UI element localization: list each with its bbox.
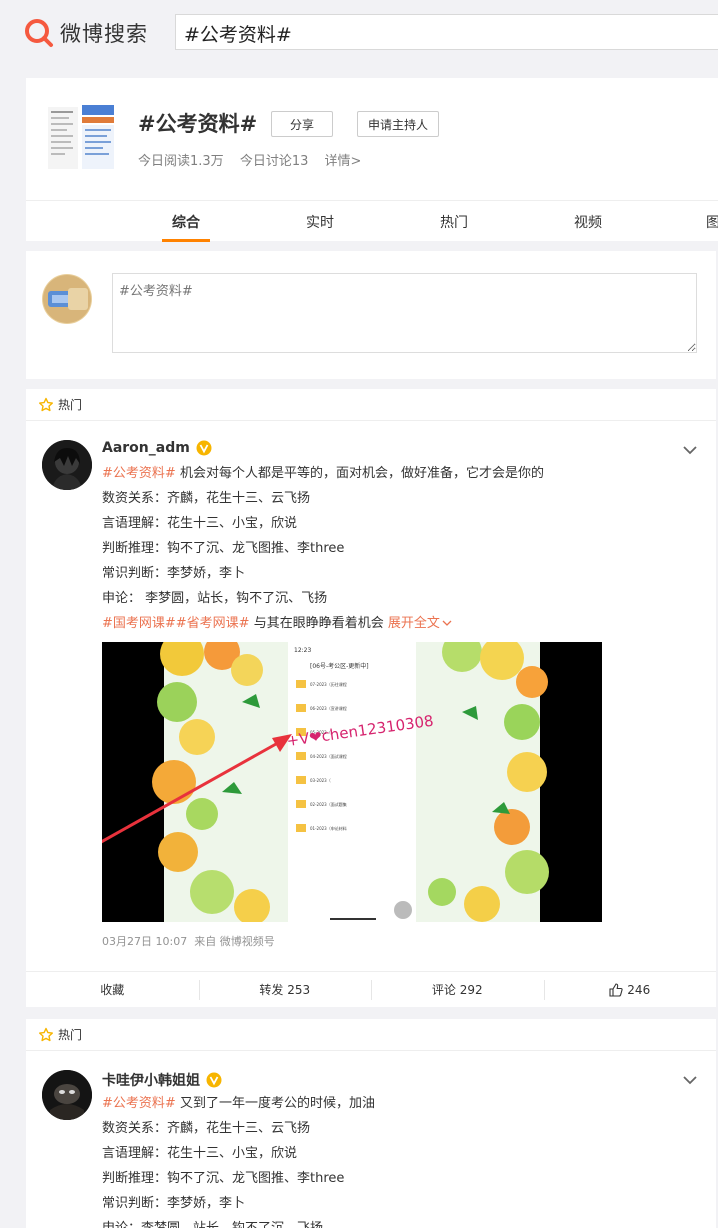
folder-name: 07-2023（历往课程: [310, 681, 347, 687]
author-avatar[interactable]: [42, 440, 92, 490]
composer: [26, 251, 716, 379]
folder-name: 02-2023（面试题集: [310, 801, 347, 807]
folder-name: 06-2023（宣讲课程: [310, 705, 347, 711]
post-line: 申论： 李梦圆，站长，钩不了沉、飞扬: [102, 591, 328, 606]
hashtag-link[interactable]: #公考资料#: [102, 1096, 176, 1111]
author-name[interactable]: Aaron_adm: [102, 440, 212, 456]
folder-icon: [296, 704, 306, 712]
post-line: 常识判断：李梦娇，李卜: [102, 566, 246, 581]
star-icon: [39, 397, 53, 411]
post-line: 申论：李梦圆，站长，钩不了沉、飞扬: [102, 1216, 702, 1228]
star-icon: [39, 1027, 53, 1041]
post-line-text: 又到了一年一度考公的时候，加油: [179, 1096, 375, 1111]
author-name[interactable]: 卡哇伊小韩姐姐: [102, 1070, 222, 1090]
folder-icon: [296, 680, 306, 688]
topic-stats: 今日阅读1.3万 今日讨论13 详情>: [138, 150, 373, 169]
user-avatar[interactable]: [42, 274, 92, 324]
topic-thumbnail: [46, 103, 116, 173]
post-line: 言语理解：花生十三、小宝，欣说: [102, 516, 298, 531]
hashtag-link[interactable]: #国考网课##省考网课#: [102, 616, 250, 631]
post-line-text: 与其在眼睁睁看着机会: [253, 616, 384, 631]
post-line: 数资关系：齐麟，花生十三、云飞扬: [102, 1121, 311, 1136]
post-line: 判断推理：钩不了沉、龙飞图推、李three: [102, 541, 345, 556]
post-meta: 03月27日 10:07 来自 微博视频号: [102, 933, 275, 949]
folder-icon: [296, 800, 306, 808]
detail-link[interactable]: 详情>: [325, 154, 362, 169]
author-avatar[interactable]: [42, 1070, 92, 1120]
expand-full-text-link[interactable]: 展开全文: [388, 616, 452, 631]
post-line: 判断推理：钩不了沉、龙飞图推、李three: [102, 1171, 345, 1186]
search-logo-icon: [25, 19, 53, 47]
section-label: 热门: [58, 398, 83, 412]
folder-icon: [296, 776, 306, 784]
topic-title: #公考资料#: [138, 112, 258, 136]
author-name-text: 卡哇伊小韩姐姐: [102, 1073, 200, 1089]
post-card: 热门 Aaron_adm #公考资料# 机会对每个人都是平等的，面对机会，做好准…: [26, 389, 716, 1007]
weibo-search-logo[interactable]: 微博搜索: [24, 18, 148, 48]
post-line: 数资关系：齐麟，花生十三、云飞扬: [102, 491, 311, 506]
tab-image[interactable]: 图: [698, 201, 718, 242]
share-button[interactable]: 分享: [271, 111, 333, 137]
hot-section-header: 热门: [26, 389, 716, 421]
section-label: 热门: [58, 1028, 83, 1042]
topic-tabs: 综合 实时 热门 视频 图: [26, 200, 718, 242]
verified-badge-icon: [196, 440, 212, 456]
top-bar: 微博搜索 #公考资料#: [0, 0, 718, 66]
chevron-down-icon: [442, 620, 452, 626]
post-line: 言语理解：花生十三、小宝，欣说: [102, 1146, 298, 1161]
collect-button[interactable]: 收藏: [26, 972, 199, 1007]
thumbs-up-icon: [609, 982, 623, 997]
hot-section-header: 热门: [26, 1019, 716, 1051]
read-count: 今日阅读1.3万: [138, 154, 224, 169]
folder-name: 03-2023（: [310, 778, 331, 783]
tab-realtime[interactable]: 实时: [286, 201, 354, 242]
tab-hot[interactable]: 热门: [420, 201, 488, 242]
verified-badge-icon: [206, 1072, 222, 1088]
post-line: #公考资料# 又到了一年一度考公的时候，加油: [102, 1091, 702, 1116]
folder-icon: [296, 752, 306, 760]
comment-button[interactable]: 评论 292: [371, 972, 544, 1007]
folder-title: [06号-考公区-更新中]: [310, 662, 369, 670]
author-name-text: Aaron_adm: [102, 440, 190, 456]
search-input[interactable]: #公考资料#: [175, 14, 718, 50]
apply-host-button[interactable]: 申请主持人: [357, 111, 439, 137]
composer-textarea[interactable]: [112, 273, 697, 353]
post-line: 常识判断：李梦娇，李卜: [102, 1196, 246, 1211]
post-card: 热门 卡哇伊小韩姐姐 #公考资料# 又到了一年一度考公的时候，加油 数资关系：齐…: [26, 1019, 716, 1228]
folder-icon: [296, 824, 306, 832]
logo-text: 微博搜索: [60, 22, 148, 46]
post-line-text: 机会对每个人都是平等的，面对机会，做好准备，它才会是你的: [179, 466, 544, 481]
post-line: #国考网课##省考网课# 与其在眼睁睁看着机会 展开全文: [102, 611, 702, 636]
tab-comprehensive[interactable]: 综合: [152, 201, 220, 242]
folder-name: 01-2023（申论材料: [310, 825, 347, 831]
topic-card: #公考资料# 分享 申请主持人 今日阅读1.3万 今日讨论13 详情> 综合 实…: [26, 78, 718, 242]
post-line: #公考资料# 机会对每个人都是平等的，面对机会，做好准备，它才会是你的: [102, 461, 702, 486]
hashtag-link[interactable]: #公考资料#: [102, 466, 176, 481]
action-bar: 收藏 转发 253 评论 292 246: [26, 971, 716, 1007]
chevron-down-icon[interactable]: [682, 1075, 698, 1085]
phone-status-time: 12:23: [294, 647, 311, 654]
like-count: 246: [627, 982, 651, 997]
folder-name: 04-2023（面试课程: [310, 753, 347, 759]
post-content: #公考资料# 机会对每个人都是平等的，面对机会，做好准备，它才会是你的 数资关系…: [102, 461, 702, 636]
post-time[interactable]: 03月27日 10:07: [102, 935, 187, 948]
video-player[interactable]: 12:23 [06号-考公区-更新中] 07-2023（历往课程 06-2023（…: [102, 642, 602, 922]
tab-video[interactable]: 视频: [554, 201, 622, 242]
like-button[interactable]: 246: [543, 972, 717, 1007]
post-source: 来自 微博视频号: [194, 935, 275, 948]
repost-button[interactable]: 转发 253: [198, 972, 372, 1007]
video-frame: 12:23 [06号-考公区-更新中] 07-2023（历往课程 06-2023（…: [102, 642, 602, 922]
chevron-down-icon[interactable]: [682, 445, 698, 455]
active-tab-indicator: [162, 239, 210, 242]
discuss-count: 今日讨论13: [239, 154, 309, 169]
post-content: #公考资料# 又到了一年一度考公的时候，加油 数资关系：齐麟，花生十三、云飞扬 …: [102, 1091, 702, 1228]
